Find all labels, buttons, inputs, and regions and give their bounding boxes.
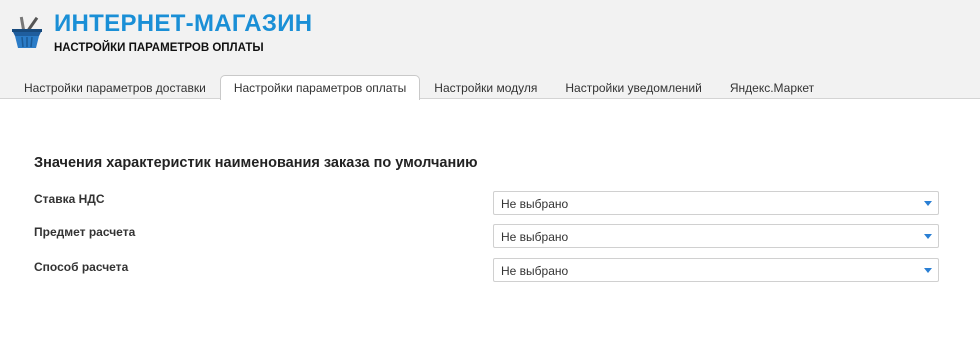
vat-rate-value: Не выбрано bbox=[501, 197, 569, 211]
app-title: ИНТЕРНЕТ-МАГАЗИН bbox=[54, 10, 313, 37]
tab-delivery-settings[interactable]: Настройки параметров доставки bbox=[10, 75, 220, 99]
chevron-down-icon bbox=[924, 268, 932, 273]
chevron-down-icon bbox=[924, 201, 932, 206]
page-subtitle: НАСТРОЙКИ ПАРАМЕТРОВ ОПЛАТЫ bbox=[54, 42, 264, 54]
payment-method-value: Не выбрано bbox=[501, 264, 569, 278]
tab-module-settings[interactable]: Настройки модуля bbox=[420, 75, 551, 99]
vat-rate-select[interactable]: Не выбрано bbox=[493, 191, 939, 215]
payment-subject-value: Не выбрано bbox=[501, 230, 569, 244]
tab-payment-settings[interactable]: Настройки параметров оплаты bbox=[219, 75, 421, 100]
payment-method-select[interactable]: Не выбрано bbox=[493, 258, 939, 282]
payment-subject-label: Предмет расчета bbox=[34, 225, 136, 239]
app-header: ИНТЕРНЕТ-МАГАЗИН НАСТРОЙКИ ПАРАМЕТРОВ ОП… bbox=[0, 0, 980, 100]
vat-rate-label: Ставка НДС bbox=[34, 192, 105, 206]
tab-yandex-market[interactable]: Яндекс.Маркет bbox=[716, 75, 828, 99]
section-title: Значения характеристик наименования зака… bbox=[34, 155, 478, 171]
payment-subject-select[interactable]: Не выбрано bbox=[493, 224, 939, 248]
shopping-basket-icon bbox=[12, 16, 42, 48]
payment-method-label: Способ расчета bbox=[34, 260, 129, 274]
tab-notification-settings[interactable]: Настройки уведомлений bbox=[551, 75, 715, 99]
tab-bar: Настройки параметров доставки Настройки … bbox=[10, 75, 828, 100]
chevron-down-icon bbox=[924, 234, 932, 239]
